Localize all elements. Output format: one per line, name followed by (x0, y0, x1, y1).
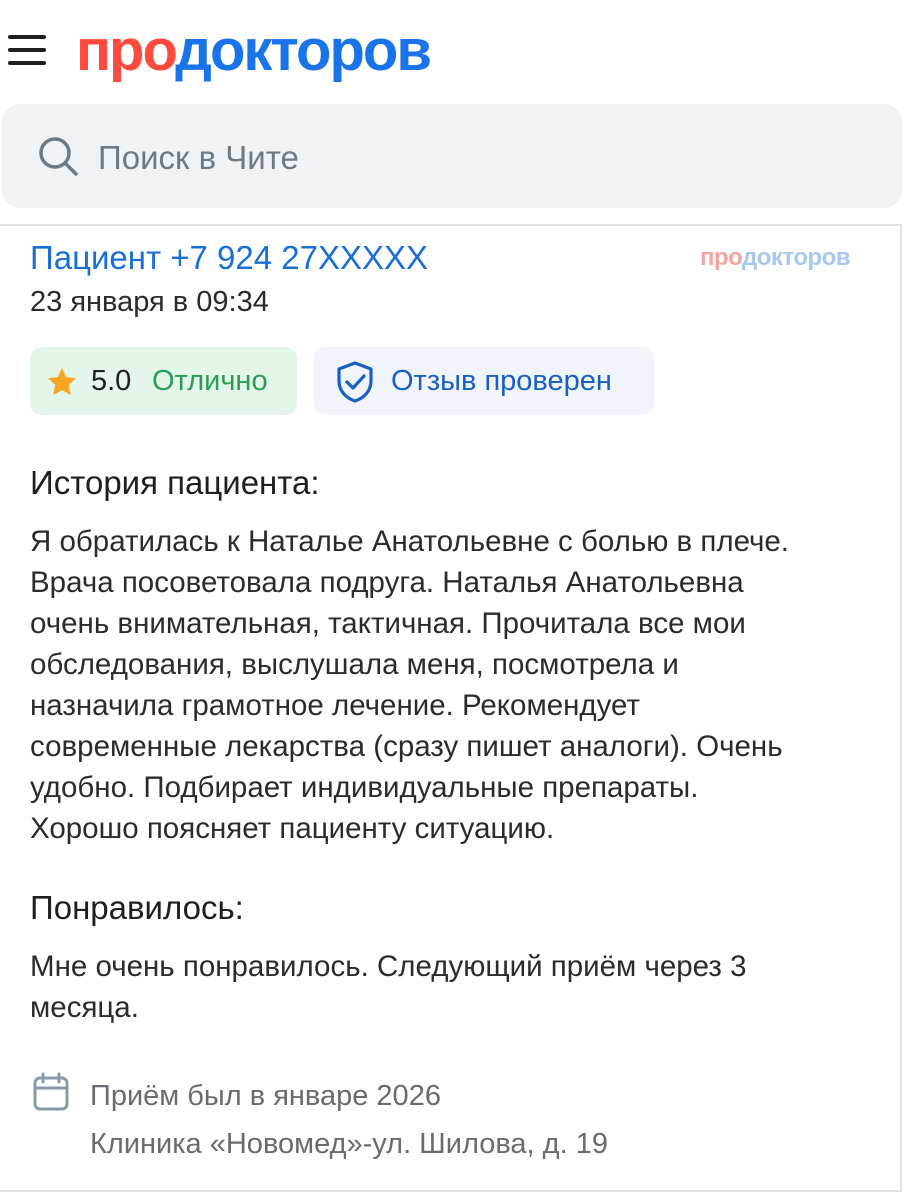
history-line: Я обратилась к Наталье Анатольевне с бол… (30, 525, 790, 558)
search-placeholder: Поиск в Чите (98, 139, 299, 176)
review-author[interactable]: Пациент +7 924 27XXXXX (30, 238, 428, 278)
history-text: Я обратилась к Наталье Анатольевне с бол… (30, 521, 880, 849)
search-icon (39, 137, 78, 176)
review-date: 23 января в 09:34 (30, 286, 269, 318)
history-line: современные лекарства (сразу пишет анало… (30, 730, 783, 763)
liked-line: месяца. (30, 991, 139, 1024)
history-line: назначила грамотное лечение. Рекомендует (30, 689, 640, 722)
star-icon (48, 368, 76, 395)
history-line: Врача посоветовала подруга. Наталья Анат… (30, 566, 744, 599)
hamburger-menu-icon[interactable] (8, 35, 48, 65)
watermark-part-doctors: докторов (742, 244, 851, 271)
shield-check-icon (337, 361, 373, 403)
liked-heading: Понравилось: (30, 889, 244, 926)
history-line: удобно. Подбирает индивидуальные препара… (30, 771, 699, 804)
search-bar[interactable]: Поиск в Чите (2, 104, 902, 208)
top-header: продокторов (0, 0, 912, 96)
rating-value: 5.0 (91, 365, 132, 397)
rating-label: Отлично (152, 365, 268, 397)
history-line: Хорошо поясняет пациенту ситуацию. (30, 812, 555, 845)
visit-info: Приём был в январе 2026 Клиника «Новомед… (90, 1072, 608, 1168)
visit-date: Приём был в январе 2026 (90, 1080, 441, 1112)
verified-badge[interactable]: Отзыв проверен (314, 347, 654, 415)
liked-line: Мне очень понравилось. Следующий приём ч… (30, 950, 747, 983)
visit-clinic: Клиника «Новомед»-ул. Шилова, д. 19 (90, 1128, 608, 1160)
site-logo[interactable]: продокторов (76, 18, 432, 83)
watermark-part-pro: про (700, 244, 743, 271)
logo-part-doctors: докторов (175, 18, 432, 83)
history-line: очень внимательная, тактичная. Прочитала… (30, 607, 746, 640)
calendar-icon (33, 1072, 69, 1111)
verified-label: Отзыв проверен (391, 365, 612, 397)
history-heading: История пациента: (30, 464, 320, 501)
review-card: Пациент +7 924 27XXXXX продокторов 23 ян… (0, 224, 902, 1192)
history-line: обследования, выслушала меня, посмотрела… (30, 648, 679, 681)
rating-badge: 5.0 Отлично (30, 347, 297, 415)
watermark-logo: продокторов (700, 243, 851, 273)
logo-part-pro: про (76, 18, 177, 83)
liked-text: Мне очень понравилось. Следующий приём ч… (30, 946, 880, 1028)
